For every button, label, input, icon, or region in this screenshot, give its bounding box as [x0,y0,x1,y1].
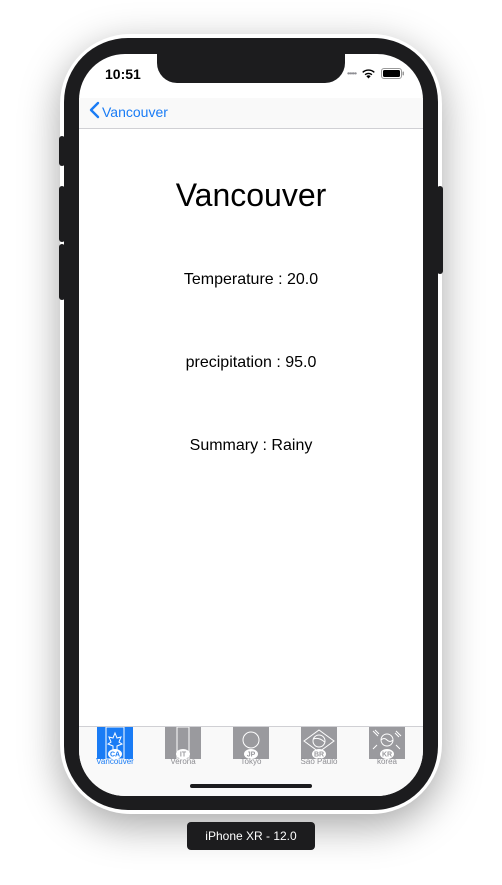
italy-flag-icon: IT [165,727,201,759]
back-button-label: Vancouver [102,103,168,120]
canada-flag-icon: CA [97,727,133,759]
battery-icon [381,67,405,79]
chevron-left-icon [89,101,100,122]
tab-vancouver[interactable]: CA Vancouver [81,727,149,775]
tab-label: Sao Paulo [300,757,338,766]
wifi-icon [361,68,376,79]
tab-label: Verona [170,757,196,766]
tab-label: Tokyo [240,757,262,766]
screen-notch [157,54,345,83]
back-button[interactable]: Vancouver [89,101,168,122]
temperature-label: Temperature : 20.0 [183,271,319,288]
status-time: 10:51 [105,66,141,82]
status-icons: ••••• [347,67,405,79]
korea-flag-icon: KR [369,727,405,759]
simulator-device-label: iPhone XR - 12.0 [187,822,315,850]
navigation-bar: Vancouver [79,98,423,129]
home-indicator[interactable] [190,784,312,788]
summary-label: Summary : Rainy [189,437,313,454]
city-title: Vancouver [175,177,327,213]
precipitation-label: precipitation : 95.0 [185,354,317,371]
tab-label: korea [376,757,397,766]
tab-sao-paulo[interactable]: BR Sao Paulo [285,727,353,775]
device-screen: 10:51 ••••• Vancouver Vancouver Temperat… [79,54,423,796]
tab-korea[interactable]: KR korea [353,727,421,775]
tab-label: Vancouver [96,757,134,766]
tab-verona[interactable]: IT Verona [149,727,217,775]
signal-dots-icon: ••••• [346,68,357,78]
japan-flag-icon: JP [233,727,269,759]
tab-tokyo[interactable]: JP Tokyo [217,727,285,775]
brazil-flag-icon: BR [301,727,337,759]
